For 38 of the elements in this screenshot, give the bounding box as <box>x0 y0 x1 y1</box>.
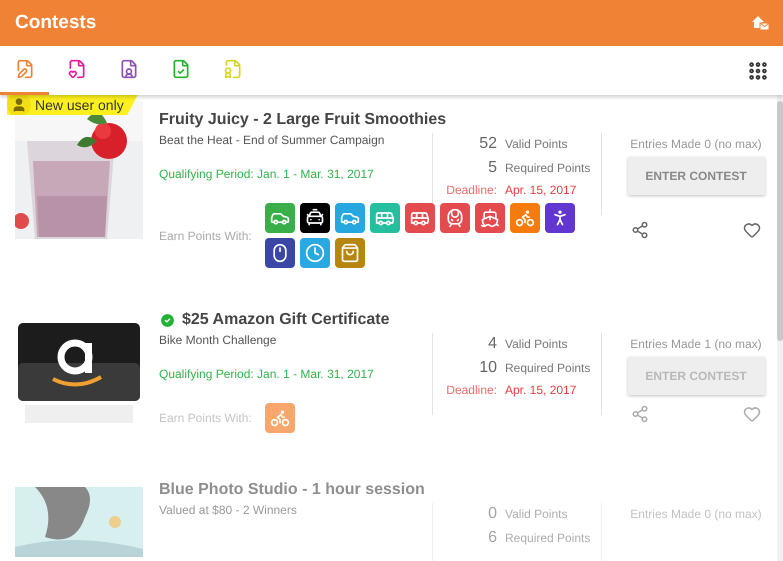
enter-contest-button[interactable]: ENTER CONTEST <box>628 157 764 195</box>
deadline-date: Apr. 15, 2017 <box>505 383 578 397</box>
ribbon-label: New user only <box>35 97 124 113</box>
valid-points-label: Valid Points <box>505 337 568 351</box>
qualifying-period: Qualifying Period: Jan. 1 - Mar. 31, 2017 <box>159 167 375 181</box>
required-points-count: 5 <box>487 159 497 177</box>
campaign-name: Bike Month Challenge <box>159 333 278 347</box>
valid-points-count: 4 <box>487 335 497 353</box>
campaign-name: Valued at $80 - 2 Winners <box>159 503 298 517</box>
contest-title: Fruity Juicy - 2 Large Fruit Smoothies <box>159 111 446 129</box>
earn-points-label: Earn Points With: <box>159 411 253 425</box>
entries-count: Entries Made 1 (no max) <box>630 337 762 351</box>
required-points-label: Required Points <box>505 361 592 375</box>
entries-count: Entries Made 0 (no max) <box>630 137 762 151</box>
share-icon[interactable] <box>631 221 649 239</box>
required-points-label: Required Points <box>505 531 592 545</box>
contest-title: Blue Photo Studio - 1 hour session <box>159 481 425 499</box>
deadline-date: Apr. 15, 2017 <box>505 183 578 197</box>
deadline-label: Deadline: <box>445 183 497 197</box>
heart-icon[interactable] <box>743 221 761 239</box>
entries-count: Entries Made 0 (no max) <box>630 507 762 521</box>
required-points-count: 10 <box>478 359 497 377</box>
campaign-name: Beat the Heat - End of Summer Campaign <box>159 133 386 147</box>
valid-points-label: Valid Points <box>505 507 568 521</box>
earn-points-label: Earn Points With: <box>159 228 253 242</box>
page-title: Contests <box>15 12 96 34</box>
valid-points-label: Valid Points <box>505 137 568 151</box>
home-mail-icon[interactable] <box>751 15 769 31</box>
scrollbar[interactable] <box>777 95 783 561</box>
contest-title: $25 Amazon Gift Certificate <box>182 311 390 329</box>
required-points-label: Required Points <box>505 161 592 175</box>
required-points-count: 6 <box>487 529 497 547</box>
valid-points-count: 52 <box>478 135 497 153</box>
user-icon <box>7 95 31 117</box>
qualifying-period: Qualifying Period: Jan. 1 - Mar. 31, 2017 <box>159 367 375 381</box>
deadline-label: Deadline: <box>445 383 497 397</box>
valid-points-count: 0 <box>487 505 497 523</box>
apps-grid-icon[interactable] <box>747 60 769 82</box>
